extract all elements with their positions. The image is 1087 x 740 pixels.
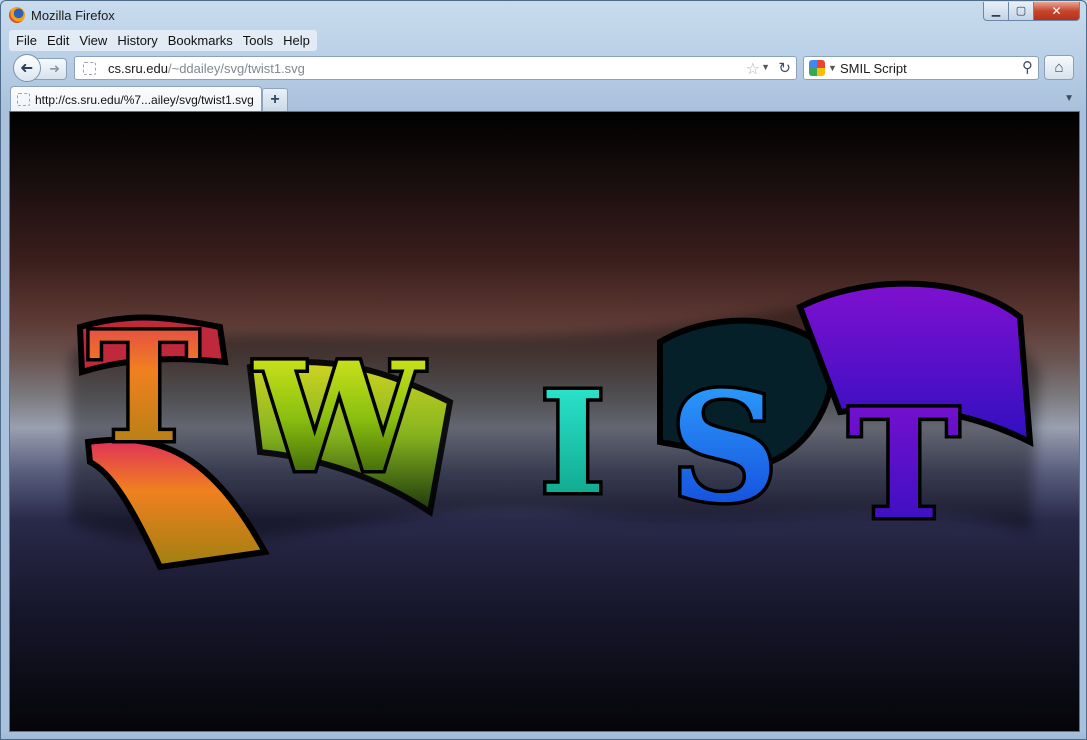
title-bar: Mozilla Firefox ▁ ▢ ✕	[1, 1, 1086, 31]
tab-label: http://cs.sru.edu/%7...ailey/svg/twist1.…	[35, 93, 254, 107]
menu-view[interactable]: View	[74, 30, 112, 51]
letter-t1: T	[88, 300, 200, 476]
url-domain: cs.sru.edu	[108, 61, 168, 76]
maximize-button[interactable]: ▢	[1009, 2, 1034, 21]
search-engine-icon[interactable]	[809, 60, 825, 76]
twist-svg: T W I S T	[70, 280, 1040, 571]
menu-file[interactable]: File	[11, 30, 42, 51]
magnifier-icon[interactable]: ⚲	[1022, 58, 1033, 76]
home-icon: ⌂	[1054, 59, 1064, 76]
menu-bar: File Edit View History Bookmarks Tools H…	[9, 30, 317, 51]
engine-dropdown-icon[interactable]: ▼	[828, 63, 837, 73]
chevron-down-icon[interactable]: ▼	[1064, 93, 1074, 104]
letter-t2: T	[848, 377, 960, 553]
home-button[interactable]: ⌂	[1044, 55, 1074, 80]
window-title: Mozilla Firefox	[31, 8, 115, 23]
letter-w: W	[253, 330, 426, 506]
menu-edit[interactable]: Edit	[42, 30, 74, 51]
menu-bookmarks[interactable]: Bookmarks	[163, 30, 238, 51]
url-bar[interactable]: cs.sru.edu/~ddailey/svg/twist1.svg ☆ ▼ ↻	[74, 56, 797, 80]
tab-strip: http://cs.sru.edu/%7...ailey/svg/twist1.…	[1, 84, 1086, 112]
star-icon[interactable]: ☆	[746, 59, 760, 79]
menu-tools[interactable]: Tools	[238, 30, 278, 51]
navigation-toolbar: ➜ ➜ cs.sru.edu/~ddailey/svg/twist1.svg ☆…	[1, 52, 1086, 83]
letter-s: S	[670, 360, 778, 536]
minimize-button[interactable]: ▁	[983, 2, 1009, 21]
menu-history[interactable]: History	[112, 30, 162, 51]
forward-arrow-icon: ➜	[49, 61, 60, 76]
back-button[interactable]: ➜	[13, 54, 41, 82]
site-identity-icon[interactable]	[83, 62, 96, 75]
reload-icon[interactable]: ↻	[778, 59, 791, 77]
url-input[interactable]: cs.sru.edu/~ddailey/svg/twist1.svg	[108, 61, 305, 76]
menu-help[interactable]: Help	[278, 30, 315, 51]
close-button[interactable]: ✕	[1034, 2, 1080, 21]
back-arrow-icon: ➜	[20, 60, 34, 77]
new-tab-button[interactable]: +	[262, 88, 288, 111]
caption-buttons: ▁ ▢ ✕	[983, 2, 1080, 22]
url-path: /~ddailey/svg/twist1.svg	[167, 61, 305, 76]
history-dropdown-icon[interactable]: ▼	[761, 62, 770, 72]
browser-window: Mozilla Firefox ▁ ▢ ✕ File Edit View His…	[0, 0, 1087, 740]
search-input[interactable]: SMIL Script	[840, 61, 907, 76]
firefox-logo-icon	[9, 7, 25, 23]
tab-favicon-icon	[17, 93, 30, 106]
search-bar[interactable]: ▼ SMIL Script ⚲	[803, 56, 1039, 80]
letter-i: I	[540, 362, 606, 526]
plus-icon: +	[270, 91, 280, 108]
tab-twist1[interactable]: http://cs.sru.edu/%7...ailey/svg/twist1.…	[10, 86, 262, 112]
page-content: T W I S T	[9, 111, 1080, 732]
window-bottom-border	[1, 732, 1086, 739]
